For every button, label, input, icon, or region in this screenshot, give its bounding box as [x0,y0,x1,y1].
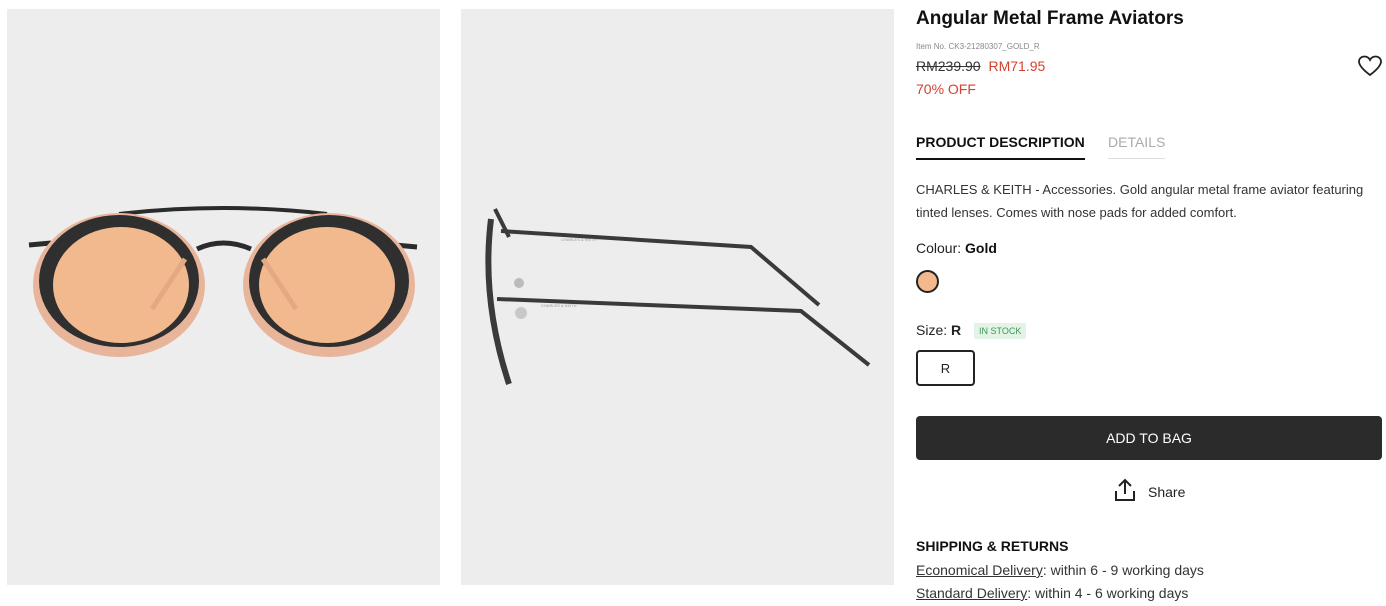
product-title: Angular Metal Frame Aviators [916,8,1184,29]
colour-row: Colour: Gold [916,240,997,256]
economical-delivery-link[interactable]: Economical Delivery [916,562,1043,578]
original-price: RM239.90 [916,58,981,74]
share-button[interactable]: Share [1114,478,1185,506]
product-image-front[interactable] [7,9,440,585]
colour-value: Gold [965,240,997,256]
product-description-text: CHARLES & KEITH - Accessories. Gold angu… [916,182,1364,220]
standard-delivery-text: : within 4 - 6 working days [1027,585,1189,601]
temple-print-top: CHARLES & KEITH [561,237,597,242]
sale-price: RM71.95 [988,58,1046,74]
size-option-button[interactable]: R [916,350,975,386]
colour-label: Colour: [916,240,962,256]
size-label: Size: [916,322,948,338]
size-value: R [951,322,962,338]
standard-delivery-link[interactable]: Standard Delivery [916,585,1027,601]
share-label: Share [1148,484,1186,500]
share-icon [1114,478,1136,507]
tab-details[interactable]: DETAILS [1108,134,1166,159]
discount-label: 70% OFF [916,81,976,97]
shipping-returns-title: SHIPPING & RETURNS [916,538,1069,554]
description-tabs: PRODUCT DESCRIPTION DETAILS [916,132,1176,160]
item-number: Item No. CK3-21280307_GOLD_R [916,42,1040,51]
temple-print-bottom: CHARLES & KEITH [541,303,577,308]
colour-swatch-gold[interactable] [916,270,939,293]
size-row: Size: R [916,322,961,338]
shipping-line-economical: Economical Delivery: within 6 - 9 workin… [916,562,1204,578]
product-image-side[interactable]: CHARLES & KEITH CHARLES & KEITH [461,9,894,585]
wishlist-heart-icon[interactable] [1357,54,1383,78]
sunglasses-side-illustration: CHARLES & KEITH CHARLES & KEITH [485,208,871,385]
price-row: RM239.90 RM71.95 [916,58,1045,74]
economical-delivery-text: : within 6 - 9 working days [1042,562,1204,578]
tab-product-description[interactable]: PRODUCT DESCRIPTION [916,134,1085,160]
shipping-line-standard: Standard Delivery: within 4 - 6 working … [916,585,1188,601]
stock-badge: IN STOCK [974,323,1027,339]
sunglasses-front-illustration [28,206,418,357]
add-to-bag-button[interactable]: ADD TO BAG [916,416,1382,460]
